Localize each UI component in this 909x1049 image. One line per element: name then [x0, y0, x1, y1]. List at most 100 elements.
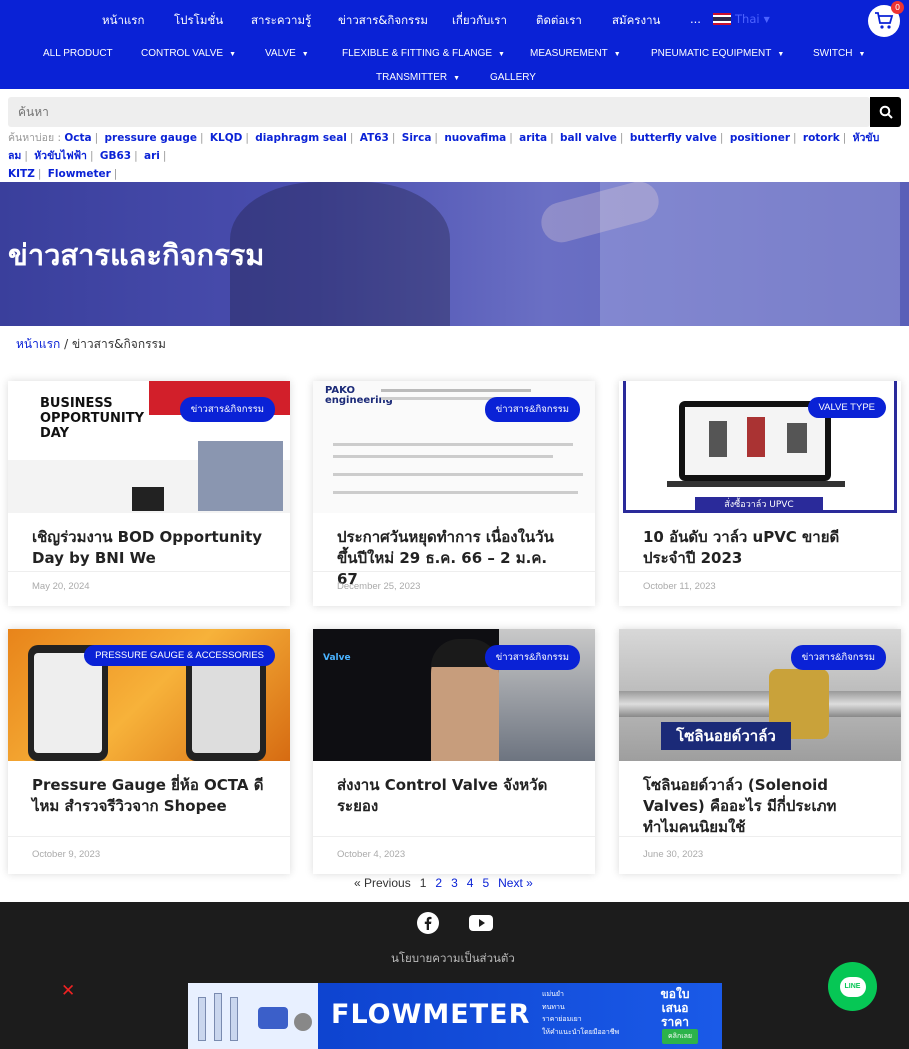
post-date: December 25, 2023	[337, 581, 421, 592]
post-thumbnail[interactable]: โซลินอยด์วาล์ว ข่าวสาร&กิจกรรม	[619, 629, 901, 761]
tag-link[interactable]: Octa	[64, 132, 91, 144]
banner-click-button[interactable]: คลิกเลย	[662, 1029, 698, 1044]
post-title[interactable]: Pressure Gauge ยี่ห้อ OCTA ดีไหม สำรวจรี…	[8, 761, 290, 817]
nav-promotion[interactable]: โปรโมชั่น	[174, 12, 223, 30]
post-date: June 30, 2023	[643, 849, 704, 860]
caret-down-icon: ▼	[498, 51, 505, 58]
tag-link[interactable]: Sirca	[402, 132, 432, 144]
nav-about[interactable]: เกี่ยวกับเรา	[452, 12, 507, 30]
menu-gallery[interactable]: GALLERY	[490, 72, 536, 83]
post-thumbnail[interactable]: BUSINESS OPPORTUNITY DAY ข่าวสาร&กิจกรรม	[8, 381, 290, 513]
post-card[interactable]: PAKO engineering ข่าวสาร&กิจกรรม ประกาศว…	[313, 381, 595, 606]
category-badge[interactable]: ข่าวสาร&กิจกรรม	[179, 397, 275, 422]
page-link[interactable]: 4	[467, 876, 474, 890]
youtube-icon	[469, 915, 493, 931]
pagination: « Previous 1 2 3 4 5 Next »	[354, 876, 533, 890]
privacy-policy-link[interactable]: นโยบายความเป็นส่วนตัว	[391, 950, 515, 968]
nav-news[interactable]: ข่าวสาร&กิจกรรม	[338, 12, 428, 30]
search-button[interactable]	[870, 97, 901, 127]
post-card[interactable]: PRESSURE GAUGE & ACCESSORIES Pressure Ga…	[8, 629, 290, 874]
tag-link[interactable]: KLQD	[210, 132, 242, 144]
post-title[interactable]: โซลินอยด์วาล์ว (Solenoid Valves) คืออะไร…	[619, 761, 901, 838]
tag-link[interactable]: diaphragm seal	[255, 132, 347, 144]
page-link[interactable]: 3	[451, 876, 458, 890]
page-link[interactable]: 2	[435, 876, 442, 890]
language-selector[interactable]: Thai ▼	[713, 12, 770, 26]
breadcrumb-current: / ข่าวสาร&กิจกรรม	[64, 337, 166, 351]
close-banner-icon[interactable]: ✕	[61, 981, 75, 1001]
search-icon	[879, 105, 893, 119]
nav-home[interactable]: หน้าแรก	[102, 12, 144, 30]
post-card[interactable]: Valve ข่าวสาร&กิจกรรม ส่งงาน Control Val…	[313, 629, 595, 874]
post-title[interactable]: เชิญร่วมงาน BOD Opportunity Day by BNI W…	[8, 513, 290, 569]
page-current: 1	[419, 876, 427, 890]
category-badge[interactable]: ข่าวสาร&กิจกรรม	[484, 645, 580, 670]
menu-flexible-fitting[interactable]: FLEXIBLE & FITTING & FLANGE ▼	[342, 48, 505, 59]
post-title[interactable]: 10 อันดับ วาล์ว uPVC ขายดี ประจำปี 2023	[619, 513, 901, 569]
product-menu: ALL PRODUCT CONTROL VALVE ▼ VALVE ▼ FLEXIB…	[0, 41, 909, 89]
tag-link[interactable]: AT63	[360, 132, 389, 144]
caret-down-icon: ▼	[301, 51, 309, 58]
tag-link[interactable]: butterfly valve	[630, 132, 717, 144]
nav-more[interactable]: ...	[690, 12, 701, 26]
page-link[interactable]: 5	[482, 876, 489, 890]
menu-valve[interactable]: VALVE ▼	[265, 48, 309, 59]
tag-link[interactable]: Flowmeter	[48, 168, 111, 180]
post-thumbnail[interactable]: PAKO engineering ข่าวสาร&กิจกรรม	[313, 381, 595, 513]
breadcrumb: หน้าแรก / ข่าวสาร&กิจกรรม	[16, 335, 166, 354]
caret-down-icon: ▼	[777, 51, 785, 58]
post-date: October 4, 2023	[337, 849, 406, 860]
post-thumbnail[interactable]: PRESSURE GAUGE & ACCESSORIES	[8, 629, 290, 761]
page-title: ข่าวสารและกิจกรรม	[8, 238, 265, 272]
tag-link[interactable]: KITZ	[8, 168, 35, 180]
menu-switch[interactable]: SWITCH ▼	[813, 48, 865, 59]
language-label: Thai	[735, 12, 760, 26]
nav-jobs[interactable]: สมัครงาน	[612, 12, 660, 30]
tag-link[interactable]: rotork	[803, 132, 840, 144]
post-thumbnail[interactable]: สั่งซื้อวาล์ว UPVC VALVE TYPE	[619, 381, 901, 513]
category-badge[interactable]: VALVE TYPE	[807, 397, 886, 418]
next-page-link[interactable]: Next »	[498, 876, 533, 890]
banner-bullets: แม่นยำ ทนทาน ราคาย่อมเยา ให้คำแนะนำโดยมื…	[542, 990, 620, 1036]
popular-tags-label: ค้นหาบ่อย :	[8, 132, 62, 144]
line-icon: LINE	[839, 976, 866, 997]
tag-link[interactable]: pressure gauge	[105, 132, 197, 144]
category-badge[interactable]: ข่าวสาร&กิจกรรม	[790, 645, 886, 670]
tag-link[interactable]: ball valve	[560, 132, 617, 144]
flowmeter-ad-banner[interactable]: FLOWMETER แม่นยำ ทนทาน ราคาย่อมเยา ให้คำ…	[188, 983, 722, 1049]
caret-down-icon: ▼	[229, 51, 236, 58]
post-title[interactable]: ส่งงาน Control Valve จังหวัดระยอง	[313, 761, 595, 817]
menu-measurement[interactable]: MEASUREMENT ▼	[530, 48, 621, 59]
top-navbar: หน้าแรก โปรโมชั่น สาระความรู้ ข่าวสาร&กิ…	[0, 0, 909, 41]
search-input[interactable]	[8, 97, 870, 127]
category-badge[interactable]: ข่าวสาร&กิจกรรม	[484, 397, 580, 422]
thai-flag-icon	[713, 13, 731, 25]
tag-link[interactable]: nuovafima	[444, 132, 506, 144]
post-date: October 9, 2023	[32, 849, 101, 860]
nav-knowledge[interactable]: สาระความรู้	[251, 12, 311, 30]
tag-link[interactable]: positioner	[730, 132, 790, 144]
tag-link[interactable]: GB63	[100, 150, 131, 162]
line-chat-button[interactable]: LINE	[828, 962, 877, 1011]
nav-contact[interactable]: ติดต่อเรา	[536, 12, 582, 30]
post-card[interactable]: โซลินอยด์วาล์ว ข่าวสาร&กิจกรรม โซลินอยด์…	[619, 629, 901, 874]
post-thumbnail[interactable]: Valve ข่าวสาร&กิจกรรม	[313, 629, 595, 761]
post-date: May 20, 2024	[32, 581, 90, 592]
prev-page-link[interactable]: « Previous	[354, 876, 411, 890]
post-card[interactable]: BUSINESS OPPORTUNITY DAY ข่าวสาร&กิจกรรม…	[8, 381, 290, 606]
youtube-link[interactable]	[469, 911, 493, 935]
menu-all-product[interactable]: ALL PRODUCT	[43, 48, 113, 59]
category-badge[interactable]: PRESSURE GAUGE & ACCESSORIES	[84, 645, 275, 666]
facebook-link[interactable]	[416, 911, 440, 935]
post-date: October 11, 2023	[643, 581, 716, 592]
post-title[interactable]: ประกาศวันหยุดทำการ เนื่องในวันขึ้นปีใหม่…	[313, 513, 595, 590]
tag-link[interactable]: arita	[519, 132, 547, 144]
breadcrumb-home[interactable]: หน้าแรก	[16, 337, 60, 351]
tag-link[interactable]: หัวขับไฟฟ้า	[34, 150, 87, 162]
tag-link[interactable]: ari	[144, 150, 160, 162]
menu-transmitter[interactable]: TRANSMITTER ▼	[376, 72, 460, 83]
menu-pneumatic[interactable]: PNEUMATIC EQUIPMENT ▼	[651, 48, 784, 59]
post-card[interactable]: สั่งซื้อวาล์ว UPVC VALVE TYPE 10 อันดับ …	[619, 381, 901, 606]
menu-control-valve[interactable]: CONTROL VALVE ▼	[141, 48, 236, 59]
caret-down-icon: ▼	[858, 51, 866, 58]
